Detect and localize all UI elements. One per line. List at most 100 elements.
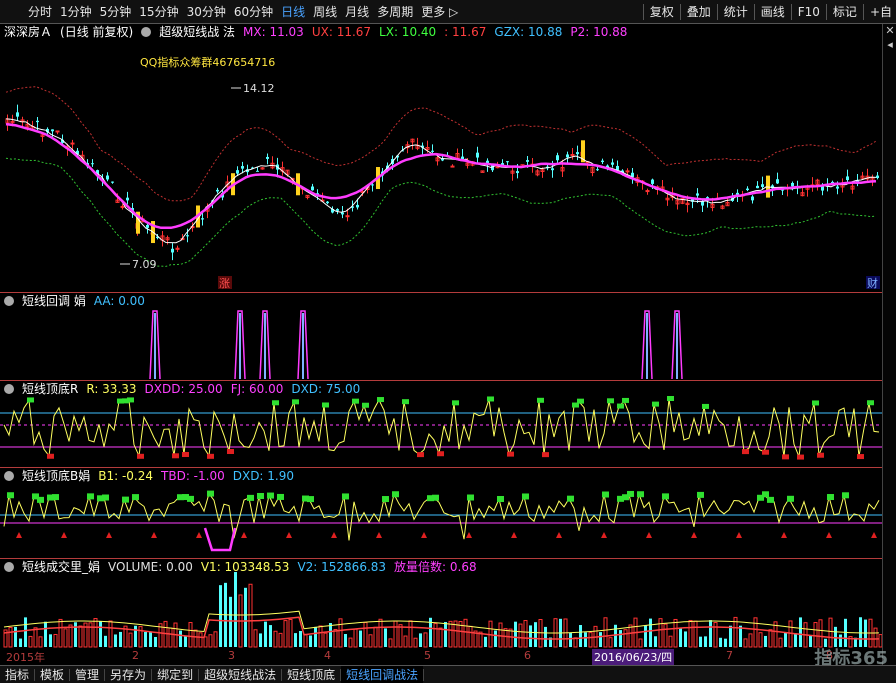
volume-bar xyxy=(724,638,727,647)
low-price-label: 7.09 xyxy=(132,258,157,271)
volume-bar xyxy=(743,638,748,648)
period-tab[interactable]: 日线 xyxy=(277,0,309,24)
template-button[interactable]: 绑定到 xyxy=(152,666,198,683)
volume-bar xyxy=(444,621,447,647)
volume-bar xyxy=(144,632,147,647)
template-button[interactable]: 短线顶底 xyxy=(282,666,340,683)
volume-bar xyxy=(423,632,428,648)
period-tab[interactable]: 多周期 xyxy=(373,0,417,24)
volume-pane[interactable]: 短线成交里_娟 VOLUME: 0.00 V1: 103348.53 V2: 152… xyxy=(0,559,882,650)
volume-bar xyxy=(658,618,663,648)
top-signal xyxy=(827,494,834,501)
top-signal xyxy=(537,397,544,403)
volume-bar xyxy=(78,625,83,648)
pullback-pane[interactable]: 短线回调 娟 AA: 0.00 xyxy=(0,293,882,381)
price-pane[interactable]: 深深房Ａ (日线 前复权) 超级短线战 法 MX: 11.03 UX: 11.67… xyxy=(0,24,882,293)
template-button[interactable]: 指标 xyxy=(0,666,34,683)
volume-bar xyxy=(668,635,673,648)
toolbar-button[interactable]: 统计 xyxy=(720,0,752,24)
candlestick-chart[interactable]: QQ指标众筹群467654716 14.12 7.09 涨 财 xyxy=(0,24,882,293)
volume-bar xyxy=(329,623,332,647)
indicator-settings-icon[interactable] xyxy=(4,296,14,306)
date-label: 6 xyxy=(524,649,531,662)
top-signal xyxy=(702,403,709,409)
period-tab[interactable]: 15分钟 xyxy=(135,0,182,24)
toolbar-button[interactable]: F10 xyxy=(794,0,824,24)
volume-bar xyxy=(344,634,347,647)
indicator-settings-icon[interactable] xyxy=(141,27,152,37)
period-tab[interactable]: 1分钟 xyxy=(56,0,96,24)
volume-bar xyxy=(198,632,203,648)
toolbar-button[interactable]: +自 xyxy=(866,0,896,24)
candle-body xyxy=(651,179,654,184)
volume-bar xyxy=(318,625,323,648)
template-button[interactable]: 短线回调战法 xyxy=(341,665,424,683)
pane-title[interactable]: 短线顶底B娟 xyxy=(22,469,90,483)
volume-bar xyxy=(179,630,182,647)
template-button[interactable]: 超级短线战法 xyxy=(199,666,281,683)
pane-title[interactable]: 短线回调 娟 xyxy=(22,294,86,308)
volume-bar xyxy=(33,627,38,648)
volume-bar xyxy=(323,632,328,648)
volume-bar xyxy=(448,620,453,648)
stock-name: 深深房Ａ xyxy=(4,25,53,39)
upper-band-line xyxy=(5,86,877,202)
close-icon[interactable]: ✕ xyxy=(883,24,896,38)
period-toolbar: 分时 1分钟 5分钟 15分钟 30分钟 60分钟 日线 周线 月线 多周期 更多 ▷ 复权 叠加 统计… xyxy=(0,0,896,24)
volume-bar xyxy=(359,630,362,647)
template-button[interactable]: 管理 xyxy=(70,666,104,683)
template-button[interactable]: 模板 xyxy=(35,666,69,683)
volume-bar xyxy=(413,637,418,648)
candle-body xyxy=(645,190,650,193)
topbottom-b-pane[interactable]: 短线顶底B娟 B1: -0.24 TBD: -1.00 DXD: 1.90 xyxy=(0,468,882,559)
volume-bar xyxy=(244,587,247,647)
candle-body xyxy=(551,168,554,171)
chart-panel[interactable]: 深深房Ａ (日线 前复权) 超级短线战 法 MX: 11.03 UX: 11.67… xyxy=(0,24,896,665)
indicator-value: MX: 11.03 xyxy=(243,25,304,39)
volume-bar xyxy=(384,628,387,647)
high-price-label: 14.12 xyxy=(243,82,275,95)
period-tab[interactable]: 30分钟 xyxy=(183,0,230,24)
template-button[interactable]: 另存为 xyxy=(105,666,151,683)
top-signal xyxy=(767,496,774,503)
indicator-settings-icon[interactable] xyxy=(4,471,14,481)
cai-badge: 财 xyxy=(867,276,878,290)
volume-bar xyxy=(309,635,312,647)
candle-body xyxy=(91,163,94,165)
top-signal xyxy=(867,400,874,406)
volume-bar xyxy=(654,636,657,647)
candle-body xyxy=(186,235,189,237)
pane-title[interactable]: 短线顶底R xyxy=(22,382,78,396)
period-tab[interactable]: 60分钟 xyxy=(230,0,277,24)
collapse-icon[interactable]: ◂ xyxy=(883,38,896,52)
candle-body xyxy=(171,248,174,253)
toolbar-button[interactable]: 画线 xyxy=(757,0,789,24)
volume-bar xyxy=(19,638,22,647)
toolbar-button[interactable]: 叠加 xyxy=(683,0,715,24)
indicator-settings-icon[interactable] xyxy=(4,384,14,394)
toolbar-button[interactable]: 标记 xyxy=(829,0,861,24)
toolbar-button[interactable]: 复权 xyxy=(646,0,678,24)
period-tab[interactable]: 5分钟 xyxy=(96,0,136,24)
period-tab[interactable]: 周线 xyxy=(309,0,341,24)
volume-bar xyxy=(138,626,143,648)
candle-body xyxy=(111,181,114,183)
topbottom-r-pane[interactable]: 短线顶底R R: 33.33 DXDD: 25.00 FJ: 60.00 DXD: 7… xyxy=(0,381,882,468)
candle-body xyxy=(576,152,579,155)
volume-bar xyxy=(663,623,668,648)
period-tab[interactable]: 月线 xyxy=(341,0,373,24)
indicator-settings-icon[interactable] xyxy=(4,562,14,572)
top-signal xyxy=(762,491,769,498)
indicator-name[interactable]: 超级短线战 法 xyxy=(159,25,235,39)
pane-title[interactable]: 短线成交里_娟 xyxy=(22,560,100,574)
period-tab[interactable]: 更多 ▷ xyxy=(417,0,462,24)
period-tab[interactable]: 分时 xyxy=(24,0,56,24)
top-signal xyxy=(207,490,214,497)
top-signal xyxy=(567,495,574,502)
volume-bar xyxy=(503,628,508,648)
date-label: 3 xyxy=(228,649,235,662)
top-signal xyxy=(622,397,629,403)
buy-arrow xyxy=(871,532,877,538)
buy-arrow xyxy=(106,532,112,538)
date-label: 2 xyxy=(132,649,139,662)
